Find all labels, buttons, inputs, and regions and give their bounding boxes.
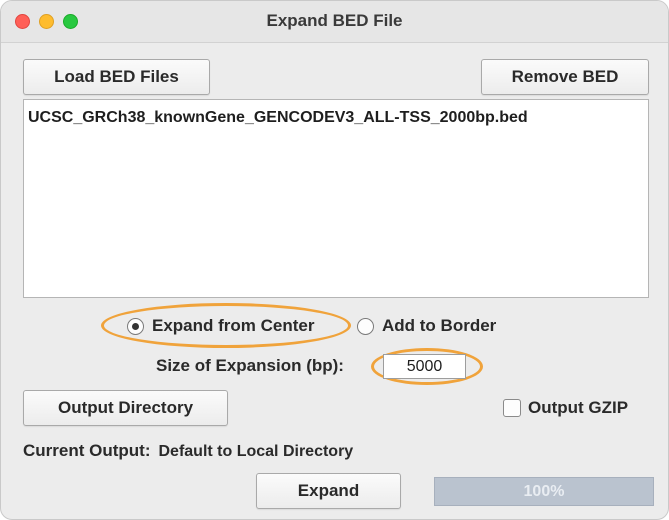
size-of-expansion-label: Size of Expansion (bp): (156, 356, 344, 375)
radio-selected-icon[interactable] (127, 317, 144, 335)
size-of-expansion-input[interactable]: 5000 (383, 354, 466, 379)
expand-from-center-radio[interactable]: Expand from Center (127, 315, 314, 337)
output-gzip-label: Output GZIP (528, 398, 629, 417)
progress-text: 100% (523, 482, 565, 500)
title-bar: Expand BED File (1, 1, 668, 43)
expand-bed-window: Expand BED File Load BED Files Remove BE… (0, 0, 669, 520)
bed-file-list[interactable]: UCSC_GRCh38_knownGene_GENCODEV3_ALL-TSS_… (23, 99, 649, 298)
expand-from-center-label: Expand from Center (152, 316, 315, 335)
current-output-value: Default to Local Directory (158, 443, 354, 460)
expand-button[interactable]: Expand (256, 473, 401, 509)
add-to-border-label: Add to Border (382, 316, 497, 335)
current-output-status: Current Output: Default to Local Directo… (23, 441, 353, 461)
load-bed-files-button[interactable]: Load BED Files (23, 59, 210, 95)
window-title: Expand BED File (266, 11, 403, 30)
current-output-caption: Current Output: (23, 441, 151, 460)
remove-bed-button[interactable]: Remove BED (481, 59, 649, 95)
checkbox-unchecked-icon[interactable] (503, 399, 521, 417)
progress-bar: 100% (434, 477, 654, 506)
radio-unselected-icon[interactable] (357, 317, 374, 335)
add-to-border-radio[interactable]: Add to Border (357, 315, 496, 337)
output-directory-button[interactable]: Output Directory (23, 390, 228, 426)
output-gzip-checkbox[interactable]: Output GZIP (503, 398, 628, 418)
list-item[interactable]: UCSC_GRCh38_knownGene_GENCODEV3_ALL-TSS_… (28, 109, 528, 127)
